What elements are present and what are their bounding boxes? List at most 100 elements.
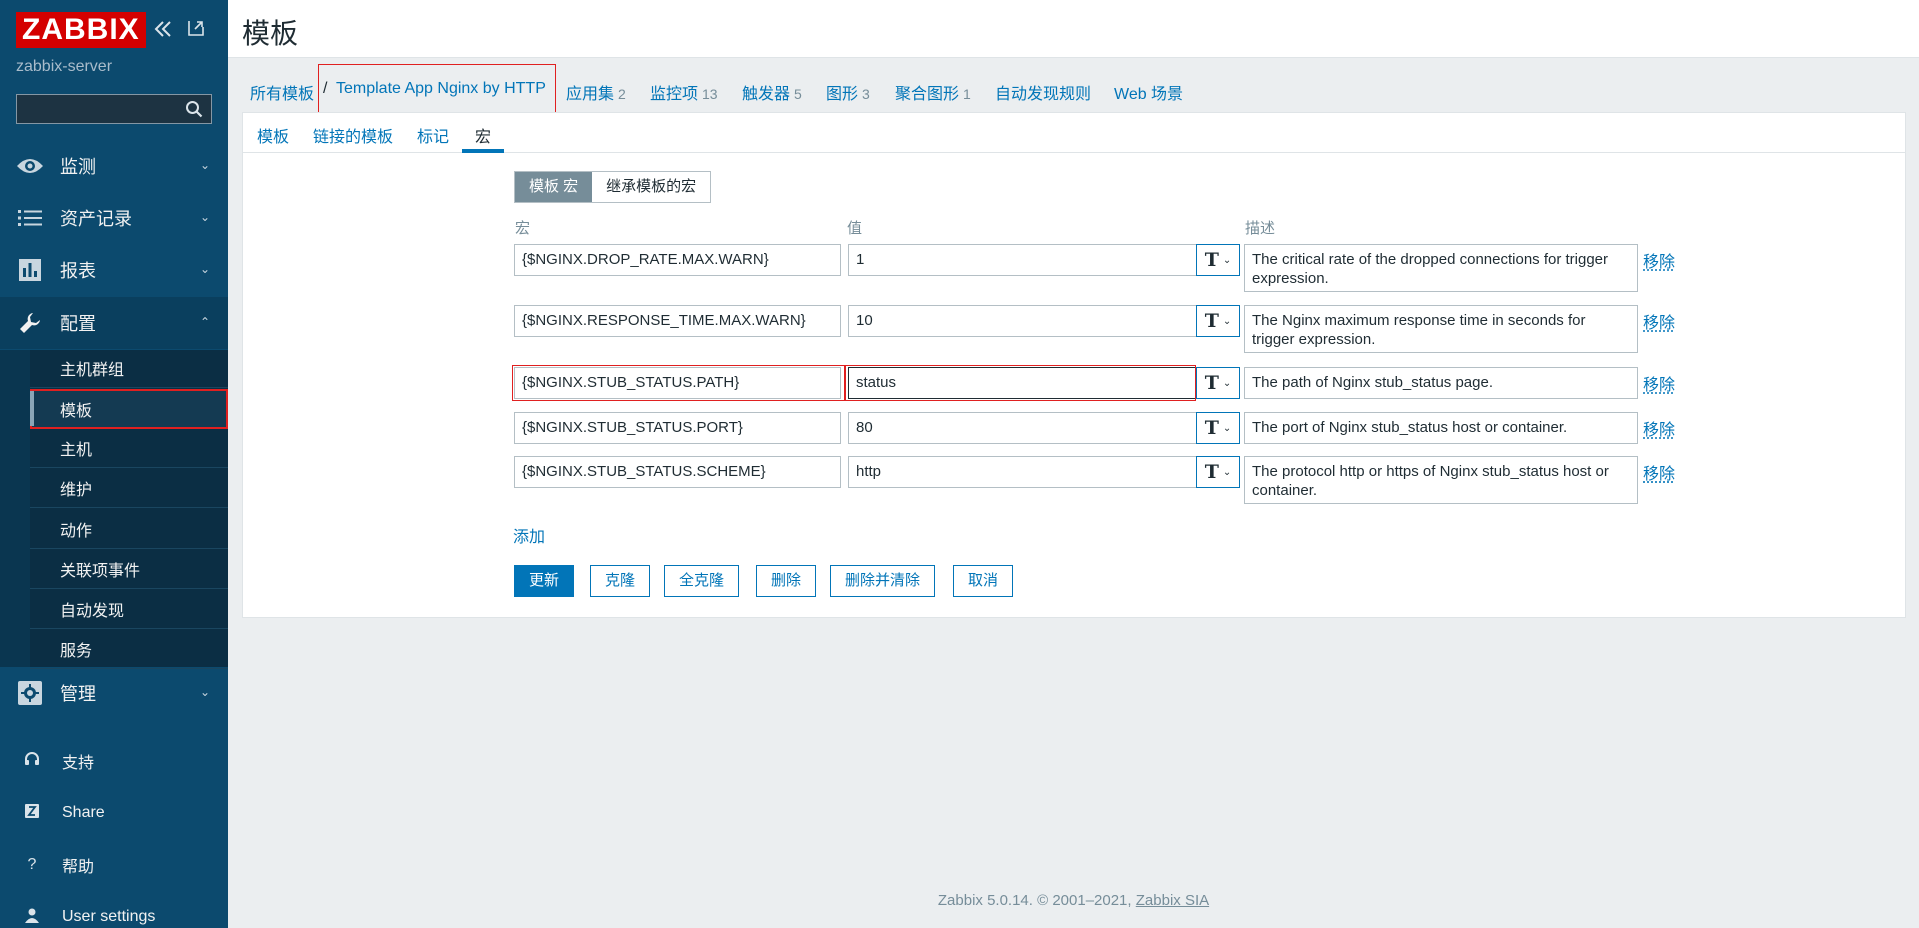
- submenu-discovery[interactable]: 自动发现: [30, 589, 228, 629]
- menu-inventory[interactable]: 资产记录 ⌄: [0, 192, 228, 244]
- bar-chart-icon: [15, 255, 45, 285]
- help-link[interactable]: ? 帮助: [0, 843, 228, 887]
- text-type-icon: T: [1205, 372, 1219, 394]
- bottom-label: Share: [62, 804, 105, 822]
- logo-row: ZABBIX: [16, 12, 146, 48]
- macro-description-input[interactable]: The path of Nginx stub_status page.: [1244, 367, 1638, 399]
- submenu-maintenance[interactable]: 维护: [30, 468, 228, 508]
- submenu-templates[interactable]: 模板: [30, 389, 228, 429]
- macro-description-input[interactable]: The Nginx maximum response time in secon…: [1244, 305, 1638, 353]
- search-icon[interactable]: [185, 100, 203, 118]
- wrench-icon: [15, 308, 45, 338]
- breadcrumb-discovery-rules[interactable]: 自动发现规则: [995, 80, 1091, 104]
- page-header: 模板: [228, 0, 1919, 58]
- submenu-services[interactable]: 服务: [30, 629, 228, 669]
- macro-value-input[interactable]: http: [848, 456, 1198, 488]
- chevron-down-icon: ⌄: [1223, 378, 1231, 389]
- tab-macros[interactable]: 宏: [475, 123, 491, 147]
- kiosk-mode-icon[interactable]: [186, 18, 206, 42]
- value-type-dropdown[interactable]: T ⌄: [1196, 244, 1240, 276]
- eye-icon: [15, 151, 45, 181]
- footer-company-link[interactable]: Zabbix SIA: [1136, 892, 1209, 909]
- macro-description-input[interactable]: The port of Nginx stub_status host or co…: [1244, 412, 1638, 444]
- tab-linked-templates[interactable]: 链接的模板: [313, 123, 393, 147]
- chevron-down-icon: ⌄: [1223, 255, 1231, 266]
- breadcrumb-all-templates[interactable]: 所有模板: [250, 80, 314, 104]
- menu-administration[interactable]: 管理 ⌄: [0, 667, 228, 719]
- menu-label: 监测: [60, 153, 96, 179]
- highlight-box: [845, 365, 1196, 401]
- update-button[interactable]: 更新: [514, 565, 574, 597]
- macro-name-input[interactable]: {$NGINX.STUB_STATUS.SCHEME}: [514, 456, 841, 488]
- menu-reports[interactable]: 报表 ⌄: [0, 244, 228, 296]
- support-link[interactable]: 支持: [0, 739, 228, 783]
- macro-description-input[interactable]: The protocol http or https of Nginx stub…: [1244, 456, 1638, 504]
- text-type-icon: T: [1205, 461, 1219, 483]
- breadcrumb-graphs[interactable]: 图形 3: [826, 80, 870, 104]
- bottom-label: 帮助: [62, 853, 94, 877]
- inherited-macros-button[interactable]: 继承模板的宏: [592, 172, 710, 202]
- macro-name-input[interactable]: {$NGINX.RESPONSE_TIME.MAX.WARN}: [514, 305, 841, 337]
- macro-value-input[interactable]: 10: [848, 305, 1198, 337]
- share-link[interactable]: Share: [0, 791, 228, 835]
- collapse-sidebar-icon[interactable]: [152, 18, 174, 44]
- remove-macro-link[interactable]: 移除: [1643, 460, 1675, 484]
- macro-value-input[interactable]: 1: [848, 244, 1198, 276]
- remove-macro-link[interactable]: 移除: [1643, 416, 1675, 440]
- highlight-box: [512, 365, 845, 401]
- delete-and-clear-button[interactable]: 删除并清除: [830, 565, 935, 597]
- zabbix-logo[interactable]: ZABBIX: [16, 12, 146, 48]
- submenu-hosts[interactable]: 主机: [30, 428, 228, 468]
- submenu-actions[interactable]: 动作: [30, 509, 228, 549]
- breadcrumb-web-scenarios[interactable]: Web 场景: [1114, 80, 1183, 104]
- value-type-dropdown[interactable]: T ⌄: [1196, 305, 1240, 337]
- macro-name-input[interactable]: {$NGINX.DROP_RATE.MAX.WARN}: [514, 244, 841, 276]
- share-icon: [20, 804, 44, 823]
- remove-macro-link[interactable]: 移除: [1643, 371, 1675, 395]
- bc-label: 自动发现规则: [995, 86, 1091, 103]
- bc-label: Web 场景: [1114, 86, 1183, 103]
- macro-description-input[interactable]: The critical rate of the dropped connect…: [1244, 244, 1638, 292]
- submenu-host-groups[interactable]: 主机群组: [30, 348, 228, 388]
- menu-label: 报表: [60, 257, 96, 283]
- menu-configuration[interactable]: 配置 ⌃: [0, 297, 228, 349]
- bc-label: 聚合图形: [895, 86, 959, 103]
- tab-templates[interactable]: 模板: [257, 123, 289, 147]
- bc-count: 3: [862, 86, 870, 102]
- cancel-button[interactable]: 取消: [953, 565, 1013, 597]
- column-header-value: 值: [847, 217, 862, 238]
- sidebar-search-input[interactable]: [16, 94, 212, 124]
- remove-macro-link[interactable]: 移除: [1643, 309, 1675, 333]
- breadcrumb-triggers[interactable]: 触发器 5: [742, 80, 802, 104]
- breadcrumb-applications[interactable]: 应用集 2: [566, 80, 626, 104]
- chevron-down-icon: ⌄: [1223, 423, 1231, 434]
- macro-name-input[interactable]: {$NGINX.STUB_STATUS.PORT}: [514, 412, 841, 444]
- chevron-up-icon: ⌃: [200, 315, 210, 329]
- gear-icon: [15, 678, 45, 708]
- bc-count: 1: [963, 86, 971, 102]
- add-macro-link[interactable]: 添加: [513, 523, 545, 547]
- user-settings-link[interactable]: User settings: [0, 895, 228, 928]
- menu-label: 资产记录: [60, 205, 132, 231]
- delete-button[interactable]: 删除: [756, 565, 816, 597]
- menu-monitoring[interactable]: 监测 ⌄: [0, 140, 228, 192]
- value-type-dropdown[interactable]: T ⌄: [1196, 367, 1240, 399]
- value-type-dropdown[interactable]: T ⌄: [1196, 456, 1240, 488]
- breadcrumb-items[interactable]: 监控项 13: [650, 80, 718, 104]
- tab-tags[interactable]: 标记: [417, 123, 449, 147]
- chevron-down-icon: ⌄: [200, 685, 210, 699]
- full-clone-button[interactable]: 全克隆: [664, 565, 739, 597]
- bottom-label: 支持: [62, 749, 94, 773]
- macro-value-input[interactable]: 80: [848, 412, 1198, 444]
- chevron-down-icon: ⌄: [200, 158, 210, 172]
- menu-label: 管理: [60, 680, 96, 706]
- value-type-dropdown[interactable]: T ⌄: [1196, 412, 1240, 444]
- help-icon: ?: [20, 856, 44, 874]
- submenu-event-correlation[interactable]: 关联项事件: [30, 549, 228, 589]
- text-type-icon: T: [1205, 249, 1219, 271]
- macro-mode-toggle: 模板 宏 继承模板的宏: [514, 171, 711, 203]
- remove-macro-link[interactable]: 移除: [1643, 248, 1675, 272]
- clone-button[interactable]: 克隆: [590, 565, 650, 597]
- breadcrumb-screens[interactable]: 聚合图形 1: [895, 80, 971, 104]
- template-macros-button[interactable]: 模板 宏: [515, 172, 592, 202]
